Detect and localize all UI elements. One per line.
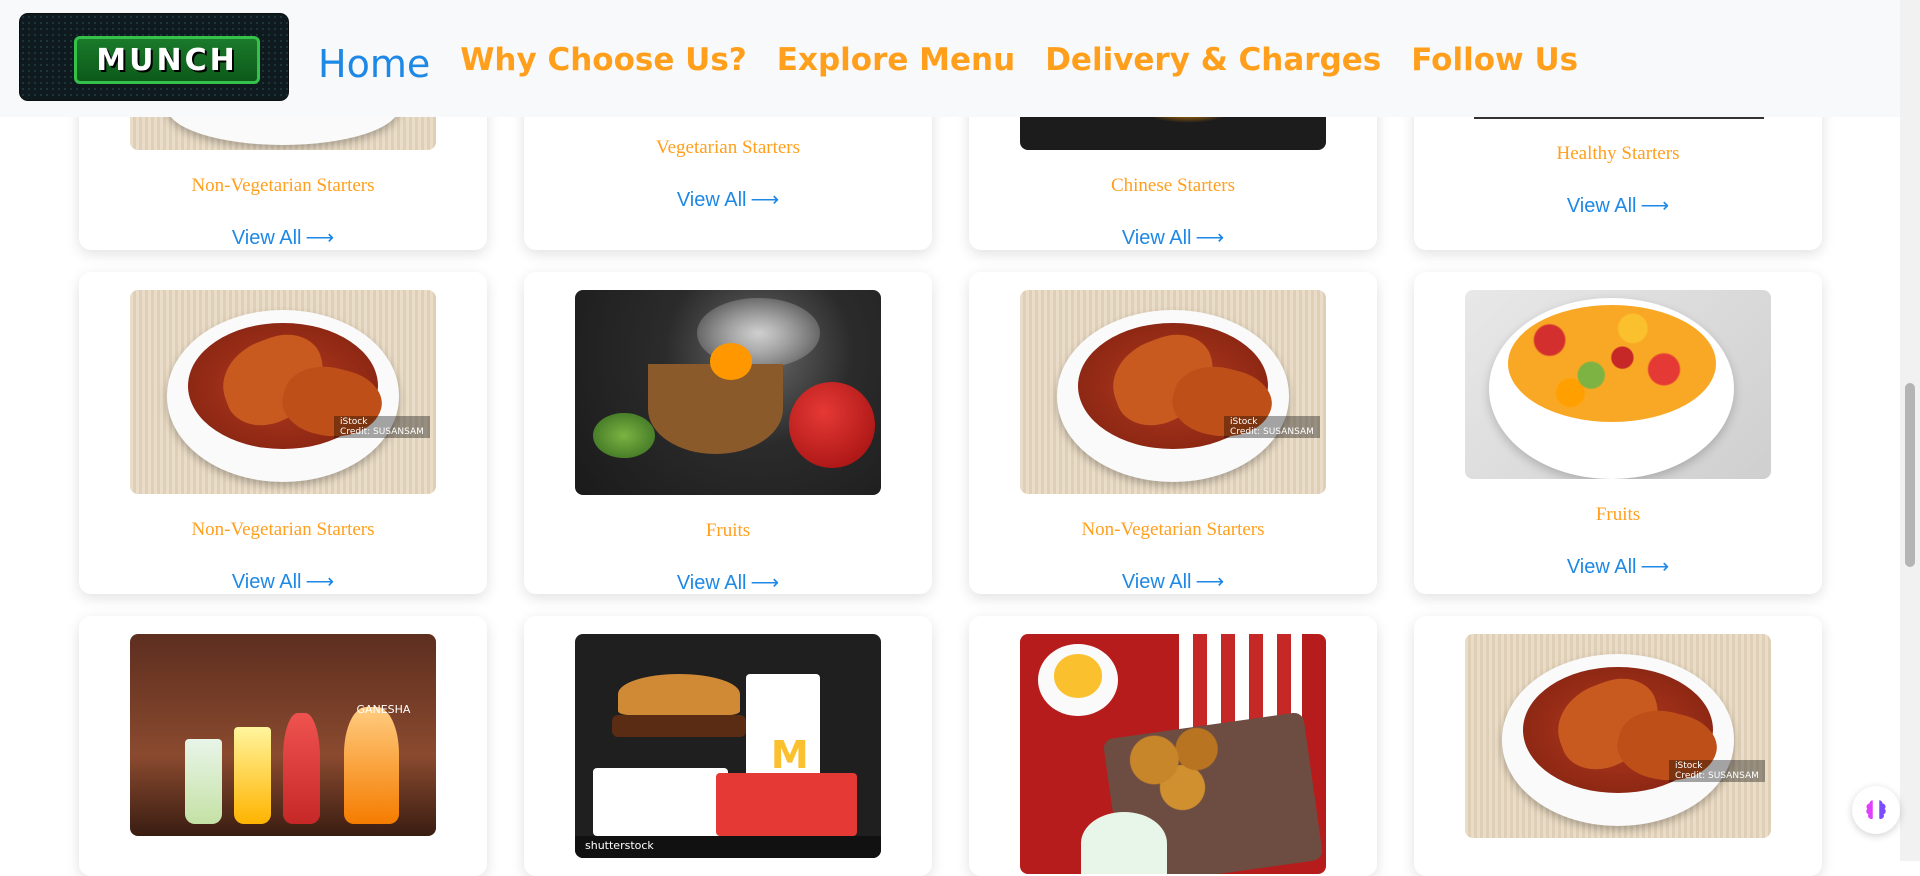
logo-wordmark: MUNCH: [74, 36, 260, 84]
card-title: Fruits: [705, 520, 751, 541]
fruit-salad-shape: [1507, 305, 1716, 423]
nav-link-why-choose-us[interactable]: Why Choose Us?: [460, 42, 747, 78]
view-all-link[interactable]: View All ⟶: [79, 569, 487, 594]
menu-card: Fruits View All ⟶: [524, 272, 932, 594]
card-title: Vegetarian Starters: [655, 137, 801, 158]
card-image: [1020, 634, 1326, 874]
arrow-right-icon: ⟶: [1640, 195, 1670, 217]
grapes-shape: [593, 413, 655, 459]
nav-links: Home Why Choose Us? Explore Menu Deliver…: [318, 30, 1608, 90]
fried-chicken-shape: [1111, 715, 1253, 826]
arrow-right-icon: ⟶: [305, 227, 335, 249]
arrow-right-icon: ⟶: [750, 189, 780, 211]
view-all-label: View All: [1566, 195, 1637, 217]
assistant-button[interactable]: [1852, 786, 1900, 834]
watermark-brand: iStock: [340, 417, 368, 428]
menu-card: Fruits View All ⟶: [1414, 272, 1822, 594]
view-all-link[interactable]: View All ⟶: [1414, 554, 1822, 579]
m-logo-icon: M: [770, 732, 809, 777]
restaurant-watermark: GANESHA: [356, 702, 411, 716]
card-image: [575, 290, 881, 495]
glass-shape: [283, 712, 320, 824]
card-title: Non-Vegetarian Starters: [191, 175, 375, 196]
card-image: iStock Credit: SUSANSAM: [1465, 634, 1771, 838]
watermark-credit: Credit: SUSANSAM: [1675, 771, 1759, 782]
watermark: iStock Credit: SUSANSAM: [1669, 760, 1765, 783]
fries-shape: [715, 772, 857, 836]
card-image: iStock Credit: SUSANSAM: [130, 290, 436, 494]
view-all-link[interactable]: View All ⟶: [969, 569, 1377, 594]
menu-card: iStock Credit: SUSANSAM Non-Vegetarian St…: [79, 272, 487, 594]
fruit-bowl-shape: [648, 363, 784, 454]
nav-link-follow-us[interactable]: Follow Us: [1411, 42, 1578, 78]
arrow-right-icon: ⟶: [1640, 556, 1670, 578]
nav-link-home[interactable]: Home: [318, 42, 430, 86]
card-title: Healthy Starters: [1556, 143, 1680, 164]
card-image: [1465, 290, 1771, 479]
arrow-right-icon: ⟶: [305, 571, 335, 593]
nav-link-delivery-charges[interactable]: Delivery & Charges: [1045, 42, 1381, 78]
glass-shape: [344, 706, 400, 824]
menu-card: M shutterstock: [524, 616, 932, 876]
view-all-label: View All: [676, 572, 747, 594]
menu-card: GANESHA: [79, 616, 487, 876]
watermark-credit: Credit: SUSANSAM: [340, 427, 424, 438]
menu-card: iStock Credit: SUSANSAM: [1414, 616, 1822, 876]
view-all-link[interactable]: View All ⟶: [524, 570, 932, 595]
brain-icon: [1866, 800, 1886, 819]
view-all-link[interactable]: View All ⟶: [969, 225, 1377, 250]
watermark-strip: shutterstock: [575, 835, 881, 858]
page-scrollbar[interactable]: [1900, 0, 1920, 861]
navbar: MUNCH Home Why Choose Us? Explore Menu D…: [0, 0, 1900, 117]
watermark-brand: iStock: [1675, 761, 1703, 772]
card-title: Non-Vegetarian Starters: [191, 519, 375, 540]
view-all-link[interactable]: View All ⟶: [524, 187, 932, 212]
munch-logo[interactable]: MUNCH: [20, 14, 288, 100]
fries-bowl-shape: [1038, 643, 1118, 716]
watermark: iStock Credit: SUSANSAM: [334, 416, 430, 439]
coleslaw-shape: [1081, 811, 1167, 874]
arrow-right-icon: ⟶: [1195, 227, 1225, 249]
card-image: M shutterstock: [575, 634, 881, 858]
card-image: GANESHA: [130, 634, 436, 836]
watermark-brand: iStock: [1230, 417, 1258, 428]
burger-patty-shape: [611, 714, 747, 738]
card-title: Chinese Starters: [1110, 175, 1235, 196]
card-image: iStock Credit: SUSANSAM: [1020, 290, 1326, 494]
image-bottom-edge: [1474, 117, 1764, 119]
scrollbar-thumb[interactable]: [1905, 383, 1915, 567]
watermark-credit: Credit: SUSANSAM: [1230, 427, 1314, 438]
view-all-label: View All: [1121, 571, 1192, 593]
view-all-label: View All: [1121, 227, 1192, 249]
menu-card: [969, 616, 1377, 876]
view-all-label: View All: [231, 227, 302, 249]
burger-bun-shape: [617, 674, 741, 715]
nav-link-explore-menu[interactable]: Explore Menu: [777, 42, 1015, 78]
card-title: Non-Vegetarian Starters: [1081, 519, 1265, 540]
view-all-label: View All: [676, 189, 747, 211]
watermark: iStock Credit: SUSANSAM: [1224, 416, 1320, 439]
view-all-link[interactable]: View All ⟶: [79, 225, 487, 250]
apple-shape: [789, 382, 875, 469]
view-all-link[interactable]: View All ⟶: [1414, 193, 1822, 218]
view-all-label: View All: [231, 571, 302, 593]
arrow-right-icon: ⟶: [750, 572, 780, 594]
menu-card: iStock Credit: SUSANSAM Non-Vegetarian St…: [969, 272, 1377, 594]
card-title: Fruits: [1595, 504, 1641, 525]
view-all-label: View All: [1566, 556, 1637, 578]
glass-shape: [234, 726, 271, 824]
arrow-right-icon: ⟶: [1195, 571, 1225, 593]
burger-box-shape: [593, 768, 728, 836]
watermark-brand: shutterstock: [585, 838, 654, 852]
glass-shape: [185, 739, 222, 824]
